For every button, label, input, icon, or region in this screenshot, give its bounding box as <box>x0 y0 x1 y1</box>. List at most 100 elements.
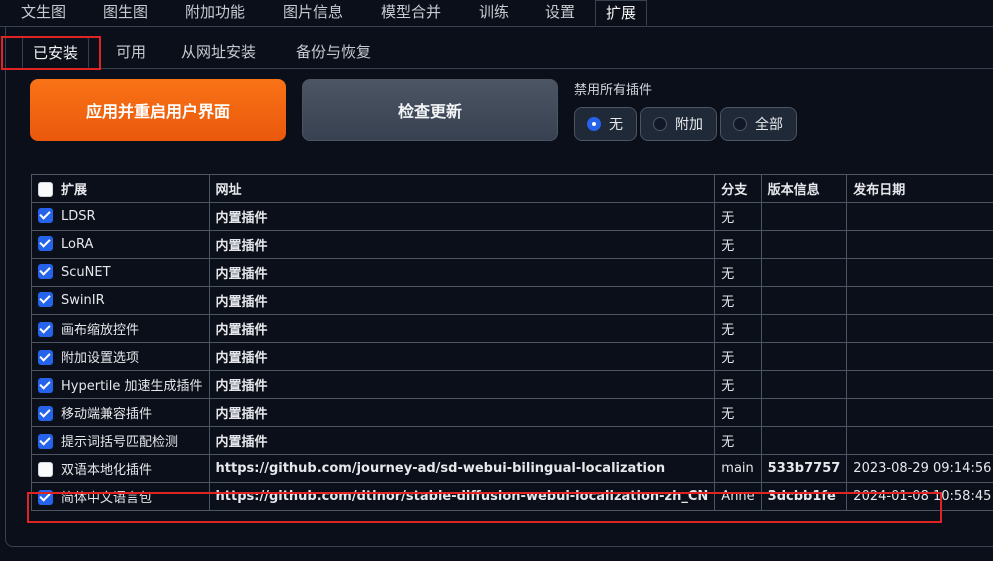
extension-checkbox[interactable] <box>38 350 53 365</box>
apply-restart-button[interactable]: 应用并重启用户界面 <box>30 79 286 141</box>
extension-branch: 无 <box>714 314 762 343</box>
extension-url: 内置插件 <box>208 314 716 343</box>
tab-backup-restore[interactable]: 备份与恢复 <box>286 36 381 68</box>
extension-version <box>760 426 848 455</box>
extension-name: Hypertile 加速生成插件 <box>61 379 203 394</box>
extension-checkbox[interactable] <box>38 406 53 421</box>
tab-extensions[interactable]: 扩展 <box>595 0 648 26</box>
extension-branch: main <box>714 454 762 483</box>
extension-version <box>760 398 848 427</box>
extension-name: SwinIR <box>61 293 105 308</box>
extension-url: 内置插件 <box>208 258 716 287</box>
select-all-checkbox[interactable] <box>38 182 53 197</box>
extensions-table: 扩展 网址 分支 版本信息 发布日期 更新 LDSR内置插件无LoRA内置插件无… <box>31 174 993 511</box>
extension-date <box>846 342 993 371</box>
extension-date <box>846 370 993 399</box>
extension-name: ScuNET <box>61 265 111 280</box>
radio-all[interactable]: 全部 <box>720 107 797 141</box>
extension-version <box>760 286 848 315</box>
radio-none[interactable]: 无 <box>574 107 637 141</box>
header-branch: 分支 <box>714 174 762 203</box>
extension-name: 附加设置选项 <box>61 351 140 366</box>
tab-extras[interactable]: 附加功能 <box>175 0 255 26</box>
extension-branch: 无 <box>714 342 762 371</box>
extension-url: 内置插件 <box>208 202 716 231</box>
extension-cell: 简体中文语言包 <box>31 482 210 511</box>
extension-name: 移动端兼容插件 <box>61 407 153 422</box>
extension-branch: 无 <box>714 258 762 287</box>
tab-settings[interactable]: 设置 <box>535 0 585 26</box>
top-tab-bar: 文生图 图生图 附加功能 图片信息 模型合并 训练 设置 扩展 <box>0 0 993 27</box>
extension-checkbox[interactable] <box>38 378 53 393</box>
radio-selected-icon <box>587 117 601 131</box>
extension-checkbox[interactable] <box>38 264 53 279</box>
table-row: Hypertile 加速生成插件 内置插件无 <box>31 370 993 399</box>
radio-none-label: 无 <box>609 117 623 133</box>
extension-date <box>846 314 993 343</box>
tab-img2img[interactable]: 图生图 <box>93 0 158 26</box>
extension-url: 内置插件 <box>208 342 716 371</box>
header-url: 网址 <box>208 174 716 203</box>
extension-branch: 无 <box>714 230 762 259</box>
radio-extra[interactable]: 附加 <box>640 107 717 141</box>
table-row: LDSR 内置插件无 <box>31 202 993 231</box>
extension-checkbox[interactable] <box>38 490 53 505</box>
extension-checkbox[interactable] <box>38 208 53 223</box>
extension-url: https://github.com/journey-ad/sd-webui-b… <box>208 454 716 483</box>
extension-version <box>760 258 848 287</box>
disable-extensions-label: 禁用所有插件 <box>574 83 653 98</box>
extension-url: 内置插件 <box>208 286 716 315</box>
extension-name: LoRA <box>61 237 94 252</box>
extension-checkbox[interactable] <box>38 292 53 307</box>
table-row: 简体中文语言包 https://github.com/dtlnor/stable-… <box>31 482 993 511</box>
extension-date <box>846 202 993 231</box>
extension-checkbox[interactable] <box>38 434 53 449</box>
extension-branch: 无 <box>714 202 762 231</box>
extension-cell: LDSR <box>31 202 210 231</box>
radio-all-label: 全部 <box>755 117 783 133</box>
extension-cell: 画布缩放控件 <box>31 314 210 343</box>
tab-txt2img[interactable]: 文生图 <box>11 0 76 26</box>
extension-branch: 无 <box>714 370 762 399</box>
extension-date: 2023-08-29 09:14:56 <box>846 454 993 483</box>
extension-branch: 无 <box>714 426 762 455</box>
extension-url: 内置插件 <box>208 426 716 455</box>
header-version: 版本信息 <box>760 174 848 203</box>
table-header-row: 扩展 网址 分支 版本信息 发布日期 更新 <box>31 174 993 203</box>
tab-installed[interactable]: 已安装 <box>22 36 90 68</box>
extension-checkbox[interactable] <box>38 322 53 337</box>
extension-version: 533b7757 <box>760 454 848 483</box>
tab-train[interactable]: 训练 <box>469 0 519 26</box>
extension-date <box>846 286 993 315</box>
extension-url: https://github.com/dtlnor/stable-diffusi… <box>208 482 716 511</box>
check-updates-button[interactable]: 检查更新 <box>302 79 558 141</box>
extension-url: 内置插件 <box>208 398 716 427</box>
extension-cell: 移动端兼容插件 <box>31 398 210 427</box>
tab-install-from-url[interactable]: 从网址安装 <box>171 36 266 68</box>
table-row: 双语本地化插件 https://github.com/journey-ad/sd-… <box>31 454 993 483</box>
table-row: LoRA 内置插件无 <box>31 230 993 259</box>
extension-date <box>846 426 993 455</box>
radio-unselected-icon <box>653 117 667 131</box>
extension-date <box>846 230 993 259</box>
extension-version <box>760 370 848 399</box>
extension-branch: Anne <box>714 482 762 511</box>
sub-tab-bar: 已安装 可用 从网址安装 备份与恢复 <box>16 36 993 69</box>
extension-branch: 无 <box>714 398 762 427</box>
table-row: 画布缩放控件 内置插件无 <box>31 314 993 343</box>
extension-cell: 附加设置选项 <box>31 342 210 371</box>
tab-available[interactable]: 可用 <box>106 36 156 68</box>
tab-png-info[interactable]: 图片信息 <box>273 0 353 26</box>
extension-name: LDSR <box>61 209 96 224</box>
extension-name: 双语本地化插件 <box>61 463 153 478</box>
table-row: 移动端兼容插件 内置插件无 <box>31 398 993 427</box>
tab-checkpoint-merger[interactable]: 模型合并 <box>371 0 451 26</box>
extension-checkbox[interactable] <box>38 462 53 477</box>
extension-checkbox[interactable] <box>38 236 53 251</box>
extension-cell: SwinIR <box>31 286 210 315</box>
radio-unselected-icon <box>733 117 747 131</box>
extension-name: 简体中文语言包 <box>61 491 153 506</box>
extension-branch: 无 <box>714 286 762 315</box>
extension-cell: 双语本地化插件 <box>31 454 210 483</box>
table-row: 提示词括号匹配检测 内置插件无 <box>31 426 993 455</box>
